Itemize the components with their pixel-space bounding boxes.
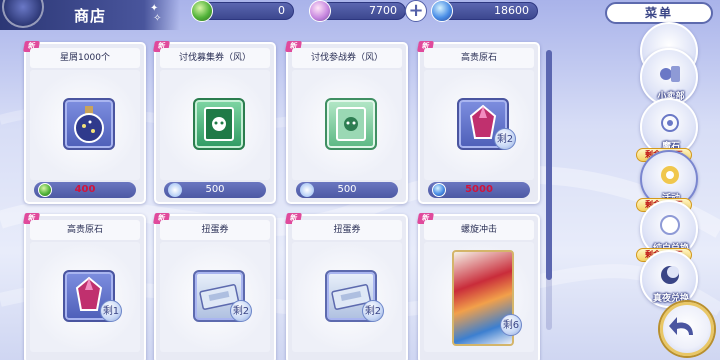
- green-gem-icon: [38, 183, 52, 197]
- item-title: 扭蛋券: [292, 220, 402, 240]
- page-title: 商店: [74, 7, 107, 25]
- item-title: 讨伐募集券（风）: [160, 48, 270, 68]
- currency-star-stone-value: 7700: [369, 4, 397, 17]
- potion-icon: [168, 183, 182, 197]
- shop-item-card[interactable]: 新 星屑1000个 400: [23, 41, 146, 204]
- sidebar-item-label: 真夜兑换: [652, 294, 689, 304]
- stock-count-badge: 剩2: [494, 128, 516, 150]
- raid-recruit-ticket-icon: [193, 98, 245, 150]
- item-display: 剩2: [160, 242, 270, 352]
- clock-emblem-icon: [2, 0, 44, 28]
- raid-join-ticket-icon: [325, 98, 377, 150]
- price-bar: 500: [296, 182, 398, 198]
- back-button[interactable]: [660, 302, 714, 356]
- item-title: 高贵原石: [424, 48, 534, 68]
- blue-orb-icon: [432, 183, 446, 197]
- item-display: [160, 70, 270, 180]
- true-night-exchange-icon: [661, 266, 679, 284]
- shop-icon: [660, 66, 680, 82]
- price-bar: 400: [34, 182, 136, 198]
- shop-scrollbar[interactable]: [546, 50, 552, 330]
- item-title: 高贵原石: [30, 220, 140, 240]
- stardust-bottle-icon: [63, 98, 115, 150]
- shop-item-card[interactable]: 新 螺旋冲击 剩6: [417, 213, 540, 360]
- stock-count: 剩2: [232, 306, 250, 317]
- item-price: 5000: [465, 184, 493, 195]
- stock-count: 剩1: [102, 306, 120, 317]
- stock-count: 剩2: [496, 134, 514, 145]
- potion-icon: [300, 183, 314, 197]
- currency-green-gem-value: 0: [278, 4, 285, 17]
- back-arrow-icon: [669, 317, 693, 335]
- item-display: [292, 70, 402, 180]
- stock-count-badge: 剩2: [230, 300, 252, 322]
- star-stone-icon: [309, 0, 331, 22]
- shop-item-card[interactable]: 新 讨伐参战券（风） 500: [285, 41, 408, 204]
- event-icon: [661, 166, 679, 184]
- shop-item-card[interactable]: 新 高贵原石 剩2 5000: [417, 41, 540, 204]
- currency-blue-orb-value: 18600: [494, 4, 529, 17]
- price-bar: 5000: [428, 182, 530, 198]
- item-title: 星屑1000个: [30, 48, 140, 68]
- price-bar: 500: [164, 182, 266, 198]
- scroll-thumb[interactable]: [546, 50, 552, 280]
- currency-green-gem: 0: [191, 0, 294, 22]
- stock-count-badge: 剩6: [500, 314, 522, 336]
- shop-item-card[interactable]: 新 高贵原石 剩1: [23, 213, 146, 360]
- item-display: 剩2: [424, 70, 534, 180]
- menu-button[interactable]: 菜单: [605, 2, 713, 24]
- item-title: 扭蛋券: [160, 220, 270, 240]
- item-display: 剩1: [30, 242, 140, 352]
- stock-count-badge: 剩2: [362, 300, 384, 322]
- item-display: 剩6: [424, 242, 534, 352]
- magic-stone-icon: [661, 114, 679, 132]
- item-price: 500: [205, 184, 225, 195]
- stock-count-badge: 剩1: [100, 300, 122, 322]
- item-title: 讨伐参战券（风）: [292, 48, 402, 68]
- currency-star-stone: 7700: [309, 0, 406, 22]
- item-price: 400: [74, 184, 96, 195]
- top-banner: 商店 ✦ ✧: [0, 0, 180, 30]
- add-currency-button[interactable]: +: [405, 0, 427, 22]
- shop-item-card[interactable]: 新 扭蛋券 剩2: [285, 213, 408, 360]
- shop-item-card[interactable]: 新 讨伐募集券（风） 500: [153, 41, 276, 204]
- stock-count: 剩2: [364, 306, 382, 317]
- item-display: [30, 70, 140, 180]
- item-title: 螺旋冲击: [424, 220, 534, 240]
- stock-count: 剩6: [502, 320, 520, 331]
- sidebar-item-true-night-exchange[interactable]: 真夜兑换: [640, 250, 698, 308]
- green-gem-icon: [191, 0, 213, 22]
- blue-orb-icon: [431, 0, 453, 22]
- item-display: 剩2: [292, 242, 402, 352]
- currency-blue-orb: 18600: [431, 0, 538, 22]
- sparkle-icon: ✦ ✧: [150, 3, 162, 24]
- item-price: 500: [337, 184, 357, 195]
- pure-white-exchange-icon: [660, 215, 680, 235]
- shop-item-card[interactable]: 新 扭蛋券 剩2: [153, 213, 276, 360]
